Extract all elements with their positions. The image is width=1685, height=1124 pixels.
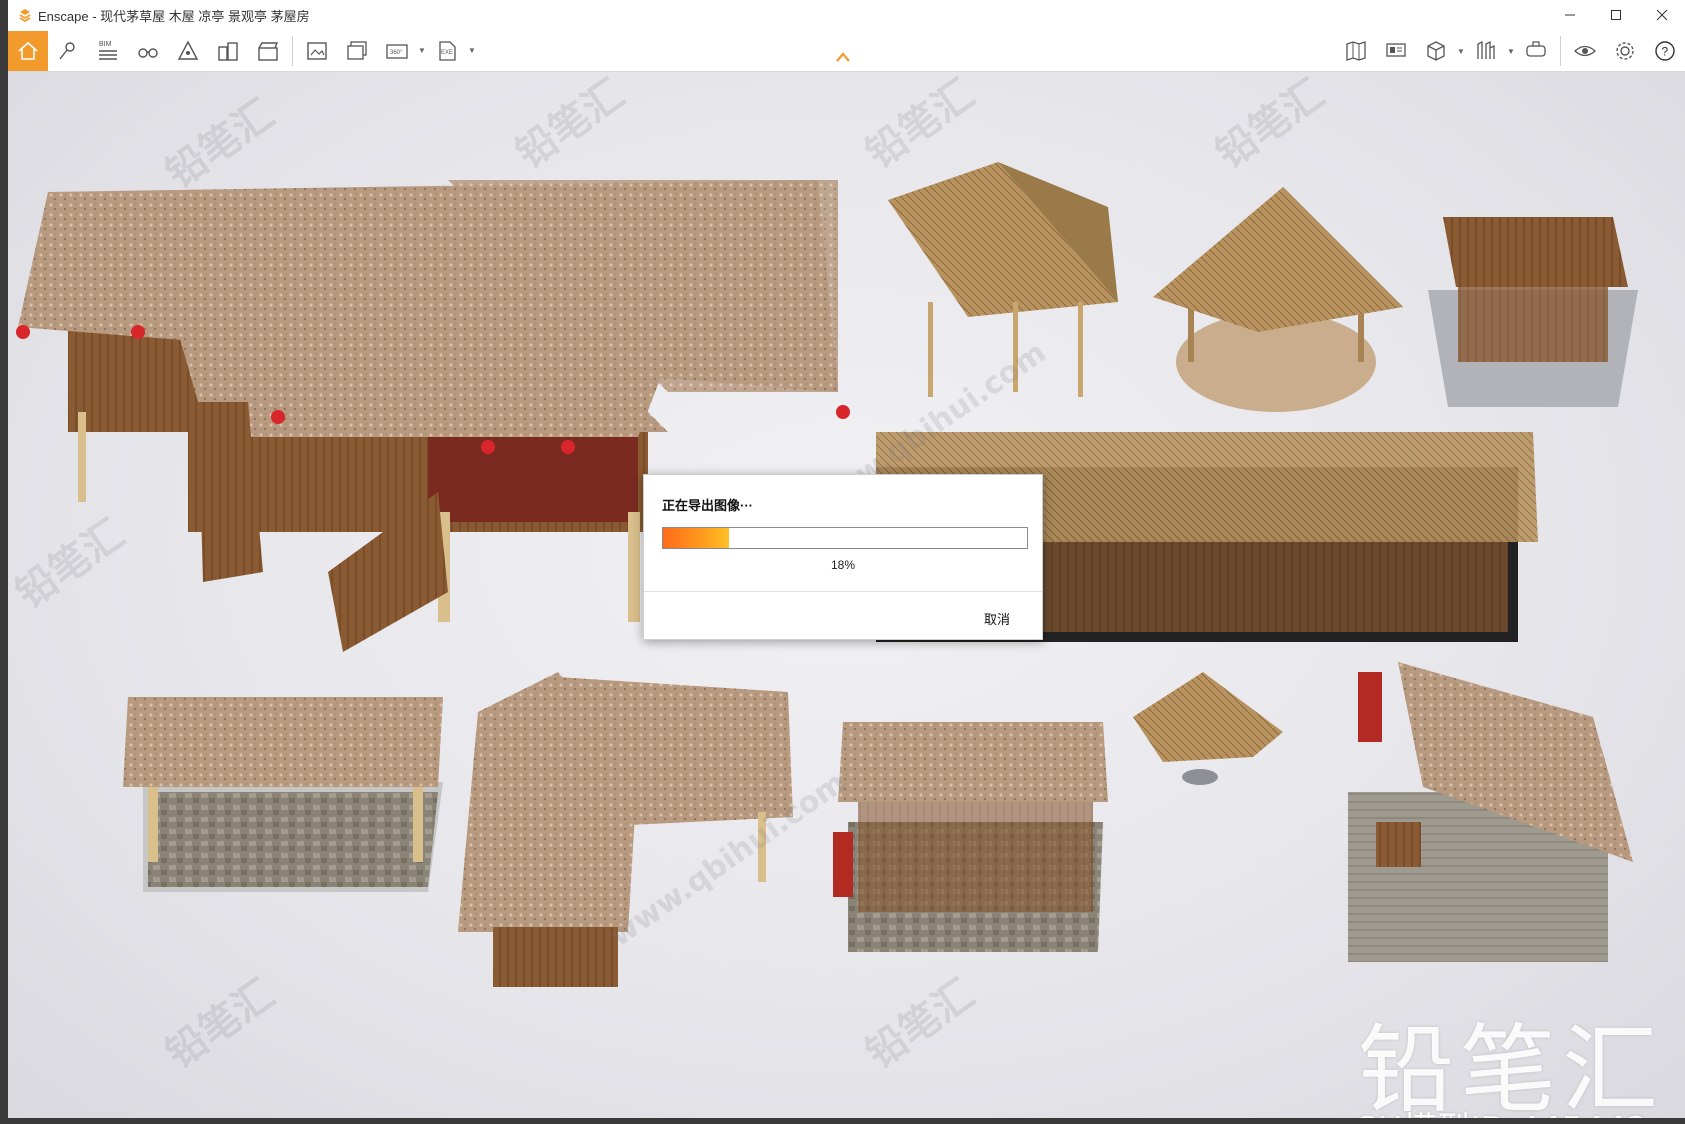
help-button[interactable]: ? bbox=[1645, 31, 1685, 71]
maximize-icon bbox=[1611, 10, 1621, 20]
export-progress-dialog: 正在导出图像··· 18% 取消 bbox=[643, 474, 1043, 640]
buildings-icon bbox=[218, 41, 238, 61]
minimize-button[interactable] bbox=[1547, 0, 1593, 30]
progress-bar-fill bbox=[663, 528, 729, 548]
panorama-button[interactable]: 360° bbox=[377, 31, 417, 71]
collapse-toolbar-icon[interactable] bbox=[834, 50, 852, 64]
title-bar: Enscape - 现代茅草屋 木屋 凉亭 景观亭 茅屋房 bbox=[8, 0, 1685, 30]
general-settings-button[interactable] bbox=[1605, 31, 1645, 71]
watermark-brand-large: 铅笔汇 bbox=[1358, 1014, 1664, 1118]
settings-icon bbox=[1616, 42, 1634, 60]
render-image-button[interactable] bbox=[297, 31, 337, 71]
scene-gable-pavilion bbox=[888, 162, 1118, 397]
help-icon: ? bbox=[1655, 41, 1675, 61]
svg-text:?: ? bbox=[1662, 45, 1669, 59]
watermark-model-id: SU模型ID:445442 bbox=[1356, 1102, 1648, 1118]
chevron-down-icon[interactable]: ▼ bbox=[1506, 47, 1516, 56]
scene-stone-floor-pavilion bbox=[833, 722, 1108, 952]
enscape-window: Enscape - 现代茅草屋 木屋 凉亭 景观亭 茅屋房 BIM 360° ▼… bbox=[8, 0, 1685, 1118]
walk-mode-button[interactable] bbox=[128, 31, 168, 71]
map-button[interactable] bbox=[1336, 31, 1376, 71]
batch-render-button[interactable] bbox=[337, 31, 377, 71]
close-button[interactable] bbox=[1639, 0, 1685, 30]
bim-label: BIM bbox=[99, 41, 112, 48]
bim-icon: BIM bbox=[99, 41, 117, 60]
vr-headset-icon bbox=[1526, 41, 1546, 57]
presentation-icon bbox=[1386, 43, 1406, 57]
views-button[interactable] bbox=[208, 31, 248, 71]
home-button[interactable] bbox=[8, 30, 48, 71]
presentation-button[interactable] bbox=[1376, 31, 1416, 71]
maximize-button[interactable] bbox=[1593, 0, 1639, 30]
dialog-title: 正在导出图像··· bbox=[662, 498, 753, 513]
toolbar-separator bbox=[1560, 36, 1561, 66]
sync-button[interactable] bbox=[168, 31, 208, 71]
export-exe-button[interactable]: EXE bbox=[427, 31, 467, 71]
cancel-button[interactable]: 取消 bbox=[984, 609, 1010, 628]
objects-button[interactable] bbox=[1416, 31, 1456, 71]
panorama-export-icon: 360° bbox=[386, 43, 408, 59]
cube-icon bbox=[1427, 41, 1445, 61]
eye-icon bbox=[1574, 45, 1596, 57]
vr-button[interactable] bbox=[1516, 31, 1556, 71]
asset-library-button[interactable] bbox=[1466, 31, 1506, 71]
binoculars-icon bbox=[138, 47, 158, 58]
scene-straw-umbrella bbox=[1133, 672, 1283, 785]
panorama-label: 360° bbox=[390, 50, 403, 56]
clapperboard-icon bbox=[258, 41, 279, 61]
toolbar-right-group: ▼ ▼ ? bbox=[1336, 30, 1685, 72]
enscape-logo-icon bbox=[19, 9, 31, 22]
dialog-divider bbox=[644, 591, 1042, 592]
batch-export-icon bbox=[347, 40, 367, 60]
window-title: Enscape - 现代茅草屋 木屋 凉亭 景观亭 茅屋房 bbox=[38, 8, 310, 24]
scene-stone-pavilion bbox=[123, 697, 443, 892]
exe-label: EXE bbox=[441, 50, 453, 56]
video-editor-button[interactable] bbox=[248, 31, 288, 71]
triangle-icon bbox=[177, 40, 199, 60]
window-controls bbox=[1547, 0, 1685, 30]
map-icon bbox=[1346, 41, 1366, 61]
chevron-down-icon[interactable]: ▼ bbox=[417, 46, 427, 55]
chevron-down-icon[interactable]: ▼ bbox=[467, 46, 477, 55]
asset-library-icon bbox=[1477, 40, 1495, 59]
bim-button[interactable]: BIM bbox=[88, 31, 128, 71]
image-export-icon bbox=[307, 41, 327, 60]
scene-covered-kiosk bbox=[1428, 217, 1638, 407]
minimize-icon bbox=[1565, 14, 1575, 16]
scene-l-shaped-house bbox=[458, 672, 793, 987]
home-icon bbox=[18, 41, 38, 60]
visual-settings-button[interactable] bbox=[1565, 31, 1605, 71]
scene-market-stall bbox=[1348, 662, 1633, 962]
toolbar-separator bbox=[292, 35, 293, 66]
location-button[interactable] bbox=[48, 31, 88, 71]
exe-export-icon: EXE bbox=[439, 40, 456, 61]
progress-percent: 18% bbox=[830, 558, 856, 572]
scene-round-gazebo bbox=[1153, 187, 1403, 412]
close-icon bbox=[1656, 9, 1668, 21]
location-pin-icon bbox=[59, 41, 75, 59]
export-progress-bar bbox=[662, 527, 1028, 549]
chevron-down-icon[interactable]: ▼ bbox=[1456, 47, 1466, 56]
